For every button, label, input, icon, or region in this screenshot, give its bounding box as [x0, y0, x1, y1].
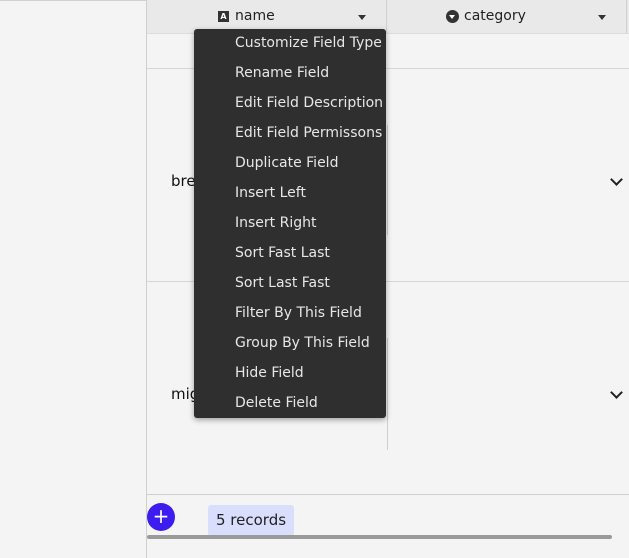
menu-item-delete-field[interactable]: Delete Field	[235, 388, 386, 418]
column-header-category[interactable]: category	[387, 0, 627, 33]
select-type-icon	[446, 10, 459, 23]
menu-item-insert-right[interactable]: Insert Right	[235, 208, 386, 238]
chevron-down-icon[interactable]	[610, 173, 623, 186]
menu-item-edit-field-permissions[interactable]: Edit Field Permissons	[235, 118, 386, 148]
horizontal-scrollbar[interactable]	[147, 535, 612, 539]
menu-item-duplicate-field[interactable]: Duplicate Field	[235, 148, 386, 178]
menu-item-rename-field[interactable]: Rename Field	[235, 58, 386, 88]
menu-item-insert-left[interactable]: Insert Left	[235, 178, 386, 208]
chevron-down-icon[interactable]	[610, 386, 623, 399]
column-header-label: category	[464, 8, 526, 24]
menu-item-filter-by-field[interactable]: Filter By This Field	[235, 298, 386, 328]
divider	[0, 0, 146, 1]
menu-item-sort-last-fast[interactable]: Sort Last Fast	[235, 268, 386, 298]
menu-item-customize-field-type[interactable]: Customize Field Type	[235, 28, 386, 58]
menu-item-group-by-field[interactable]: Group By This Field	[235, 328, 386, 358]
column-context-menu: Customize Field Type Rename Field Edit F…	[194, 29, 386, 418]
text-type-icon: A	[218, 11, 229, 22]
column-divider	[387, 125, 388, 235]
menu-item-sort-fast-last[interactable]: Sort Fast Last	[235, 238, 386, 268]
menu-item-edit-field-description[interactable]: Edit Field Description	[235, 88, 386, 118]
footer-divider	[147, 494, 629, 495]
caret-down-icon[interactable]	[358, 15, 366, 20]
left-panel	[0, 0, 147, 558]
add-record-button[interactable]: +	[147, 503, 175, 531]
column-divider	[387, 338, 388, 450]
column-header-label: name	[235, 8, 275, 24]
menu-item-hide-field[interactable]: Hide Field	[235, 358, 386, 388]
caret-down-icon[interactable]	[598, 15, 606, 20]
records-count-badge: 5 records	[208, 505, 295, 536]
